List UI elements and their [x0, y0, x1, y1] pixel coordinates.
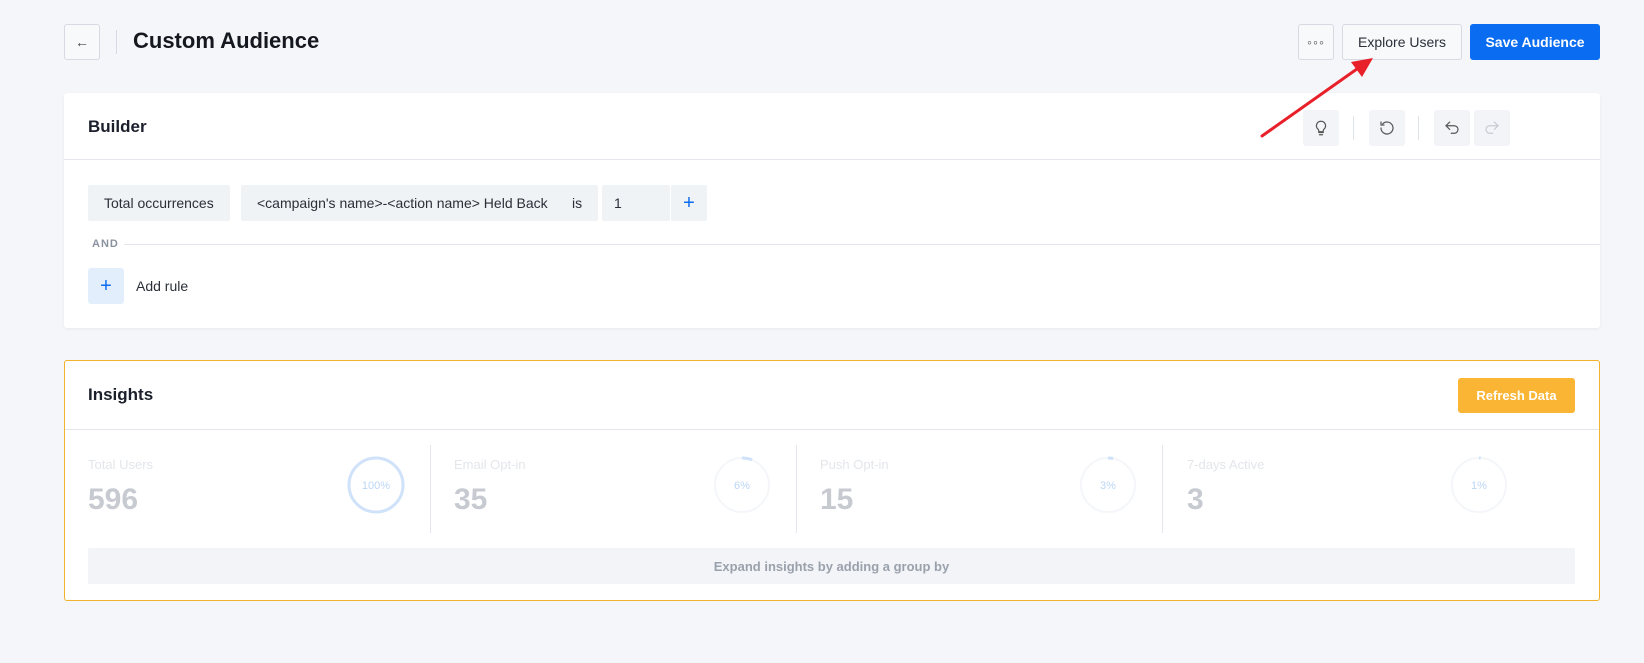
custom-audience-page: ← Custom Audience ◦◦◦ Explore Users Save… [0, 0, 1644, 663]
rule-value-input[interactable]: 1 [602, 185, 670, 221]
rule-field-select[interactable]: Total occurrences [88, 185, 230, 221]
and-label: AND [92, 238, 123, 250]
stat-value: 15 [820, 483, 854, 516]
stat-divider [796, 445, 797, 533]
stat-push-optin: Push Opt-in 15 3% [820, 445, 1140, 533]
add-value-button[interactable]: + [671, 185, 707, 221]
back-button[interactable]: ← [64, 24, 100, 60]
rule-operator-select[interactable]: is [556, 185, 599, 221]
stat-progress-ring: 1% [1450, 456, 1508, 514]
undo-button[interactable] [1434, 110, 1470, 146]
stat-value: 35 [454, 483, 488, 516]
redo-button[interactable] [1474, 110, 1510, 146]
rule-event-select[interactable]: <campaign's name>-<action name> Held Bac… [241, 185, 564, 221]
add-rule-button[interactable]: + [88, 268, 124, 304]
stat-percent: 100% [362, 480, 390, 492]
builder-divider [64, 159, 1600, 160]
and-divider-line [124, 244, 1600, 245]
stat-divider [1162, 445, 1163, 533]
save-audience-button[interactable]: Save Audience [1470, 24, 1600, 60]
stat-percent: 6% [734, 480, 750, 492]
refresh-data-button[interactable]: Refresh Data [1458, 378, 1575, 413]
insights-title: Insights [88, 385, 154, 404]
stat-progress-ring: 6% [713, 456, 771, 514]
stat-progress-ring: 3% [1079, 456, 1137, 514]
insights-card: Insights Refresh Data Total Users 596 10… [64, 360, 1600, 601]
stat-label: Total Users [88, 457, 154, 472]
expand-insights-bar[interactable]: Expand insights by adding a group by [88, 548, 1575, 584]
insights-divider [65, 429, 1599, 430]
stat-label: Email Opt-in [454, 457, 526, 472]
header-divider [116, 30, 117, 54]
reset-icon [1380, 121, 1394, 135]
annotation-arrow-icon [1260, 58, 1373, 138]
more-icon: ◦◦◦ [1307, 34, 1325, 50]
add-rule-label[interactable]: Add rule [136, 278, 188, 294]
back-arrow-icon: ← [75, 34, 89, 50]
undo-icon [1445, 121, 1459, 134]
stat-value: 3 [1187, 483, 1204, 516]
stat-label: Push Opt-in [820, 457, 889, 472]
plus-icon: + [683, 191, 695, 214]
stat-label: 7-days Active [1187, 457, 1265, 472]
stat-value: 596 [88, 483, 139, 516]
stat-divider [430, 445, 431, 533]
stat-progress-ring: 100% [347, 456, 405, 514]
redo-icon [1485, 121, 1499, 134]
toolbar-divider [1418, 116, 1419, 140]
stat-email-optin: Email Opt-in 35 6% [454, 445, 774, 533]
stat-total-users: Total Users 596 100% [88, 445, 408, 533]
stat-percent: 1% [1471, 480, 1487, 492]
stat-percent: 3% [1100, 480, 1116, 492]
stat-7day-active: 7-days Active 3 1% [1187, 445, 1517, 533]
page-title: Custom Audience [133, 28, 320, 53]
plus-icon: + [100, 274, 112, 297]
builder-title: Builder [88, 117, 147, 136]
